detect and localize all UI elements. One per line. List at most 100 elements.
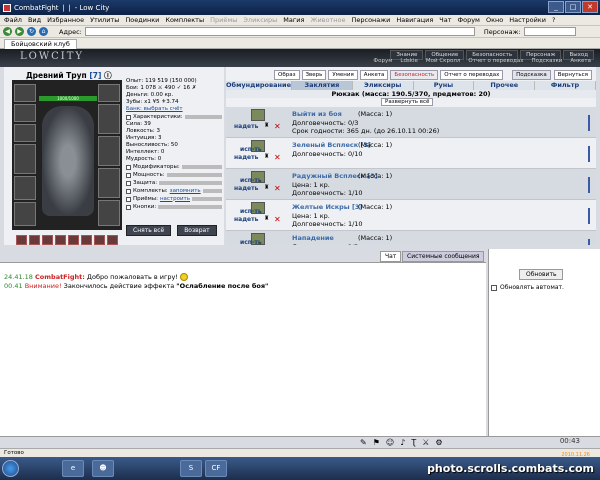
- expand-icon[interactable]: [126, 180, 131, 186]
- use-item-link[interactable]: исп-ть: [240, 239, 262, 245]
- menu-item[interactable]: Животное: [310, 16, 345, 24]
- transfer-icon[interactable]: ♜: [264, 184, 269, 191]
- delete-icon[interactable]: ✕: [274, 184, 281, 193]
- param-section[interactable]: Защита:: [126, 179, 222, 187]
- scroll-arrow-icon[interactable]: [588, 208, 590, 224]
- item-icon[interactable]: [251, 109, 265, 121]
- param-section[interactable]: Комплекты: запомнить: [126, 187, 222, 195]
- transfer-icon[interactable]: ♜: [264, 122, 269, 129]
- expand-icon[interactable]: [126, 204, 131, 210]
- section-link[interactable]: запомнить: [170, 188, 201, 195]
- belt-item-1[interactable]: [16, 235, 27, 245]
- maximize-button[interactable]: □: [565, 1, 581, 13]
- param-section[interactable]: Приёмы: настроить: [126, 195, 222, 203]
- taskbar-app-messenger[interactable]: ☻: [92, 460, 114, 477]
- taskbar-app-combatfight[interactable]: CF: [205, 460, 227, 477]
- sound-icon[interactable]: ♪: [400, 438, 405, 447]
- menu-item[interactable]: Приёмы: [210, 16, 237, 24]
- scroll-arrow-icon[interactable]: [588, 146, 590, 162]
- scroll-arrow-icon[interactable]: [588, 177, 590, 193]
- inventory-right-button[interactable]: Подсказка: [512, 70, 551, 80]
- section-link[interactable]: настроить: [160, 196, 190, 203]
- taskbar-app-skype[interactable]: S: [180, 460, 202, 477]
- scroll-arrow-icon[interactable]: [588, 239, 590, 245]
- return-button[interactable]: Возврат: [177, 225, 217, 236]
- inventory-button[interactable]: Безопасность: [390, 70, 439, 80]
- tab-fight-club[interactable]: Бойцовский клуб: [4, 39, 77, 49]
- inventory-tab[interactable]: Обмундирование: [226, 81, 292, 90]
- expand-icon[interactable]: [126, 114, 131, 120]
- refresh-icon[interactable]: ↻: [27, 27, 36, 36]
- transfer-icon[interactable]: ♜: [264, 215, 269, 222]
- menu-item[interactable]: Комплекты: [165, 16, 204, 24]
- sub-nav-item[interactable]: Анкета: [567, 58, 594, 64]
- expand-icon[interactable]: [126, 164, 131, 170]
- address-input[interactable]: [84, 27, 475, 36]
- inventory-button[interactable]: Отчет о переводах: [440, 70, 504, 80]
- use-item-link[interactable]: исп-ть: [240, 177, 262, 184]
- fight-icon[interactable]: ⚔: [422, 438, 429, 447]
- menu-item[interactable]: ?: [552, 16, 555, 24]
- transfer-icon[interactable]: ♜: [264, 153, 269, 160]
- minimize-button[interactable]: _: [548, 1, 564, 13]
- inventory-button[interactable]: Образ: [274, 70, 300, 80]
- belt-item-4[interactable]: [55, 235, 66, 245]
- delete-icon[interactable]: ✕: [274, 153, 281, 162]
- item-name[interactable]: Выйти из боя: [292, 110, 342, 118]
- back-icon[interactable]: ◀: [3, 27, 12, 36]
- delete-icon[interactable]: ✕: [274, 122, 281, 131]
- translit-icon[interactable]: Ʈ: [411, 438, 416, 447]
- clear-chat-icon[interactable]: ✎: [360, 438, 367, 447]
- belt-item-5[interactable]: [68, 235, 79, 245]
- inventory-tab[interactable]: Заклятия: [291, 81, 353, 90]
- expand-icon[interactable]: [126, 196, 131, 202]
- menu-item[interactable]: Эликсиры: [243, 16, 277, 24]
- equip-item-link[interactable]: надеть: [234, 123, 258, 130]
- characteristics-row[interactable]: Характеристики:: [126, 113, 222, 121]
- belt-item-6[interactable]: [81, 235, 92, 245]
- refresh-button[interactable]: Обновить: [519, 269, 564, 280]
- equip-item-link[interactable]: надеть: [234, 216, 258, 223]
- expand-icon[interactable]: [126, 188, 131, 194]
- close-button[interactable]: ✕: [582, 1, 598, 13]
- use-item-link[interactable]: исп-ть: [240, 208, 262, 215]
- inventory-tab[interactable]: Прочее: [474, 81, 536, 90]
- sub-nav-item[interactable]: Подсказки: [529, 58, 566, 64]
- menu-item[interactable]: Вид: [28, 16, 41, 24]
- tab-chat[interactable]: Чат: [380, 251, 402, 262]
- boots-slot[interactable]: [98, 200, 120, 226]
- inventory-button[interactable]: Анкета: [359, 70, 389, 80]
- start-button[interactable]: [2, 460, 19, 477]
- belt-item-3[interactable]: [42, 235, 53, 245]
- sub-nav-item[interactable]: Мой Скролл: [423, 58, 463, 64]
- inventory-button[interactable]: Умения: [328, 70, 358, 80]
- weapon-slot[interactable]: [14, 144, 36, 174]
- tab-system-messages[interactable]: Системные сообщения: [402, 251, 485, 262]
- take-off-all-button[interactable]: Снять всё: [126, 225, 172, 236]
- sub-nav-item[interactable]: Ldskie: [397, 58, 421, 64]
- inventory-right-button[interactable]: Вернуться: [553, 70, 592, 80]
- equip-item-link[interactable]: надеть: [234, 154, 258, 161]
- param-section[interactable]: Модификаторы:: [126, 163, 222, 171]
- expand-icon[interactable]: [126, 172, 131, 178]
- smiles-icon[interactable]: ☺: [386, 438, 394, 447]
- inventory-tab[interactable]: Руны: [413, 81, 475, 90]
- gloves-slot[interactable]: [98, 84, 120, 102]
- character-search-input[interactable]: [523, 27, 576, 36]
- inventory-button[interactable]: Зверь: [301, 70, 327, 80]
- menu-item[interactable]: Персонажи: [351, 16, 390, 24]
- param-section[interactable]: Мощность:: [126, 171, 222, 179]
- item-name[interactable]: Нападение: [292, 234, 334, 242]
- item-name[interactable]: Желтые Искры [3]: [292, 203, 362, 211]
- belt-item-7[interactable]: [94, 235, 105, 245]
- equip-item-link[interactable]: надеть: [234, 185, 258, 192]
- earring-slot[interactable]: [14, 104, 36, 122]
- menu-item[interactable]: Навигация: [396, 16, 433, 24]
- armor-slot[interactable]: [14, 176, 36, 200]
- menu-item[interactable]: Настройки: [509, 16, 546, 24]
- forward-icon[interactable]: ▶: [15, 27, 24, 36]
- shield-slot[interactable]: [98, 104, 120, 134]
- inventory-tab[interactable]: Фильтр: [535, 81, 596, 90]
- param-section[interactable]: Кнопки:: [126, 203, 222, 211]
- inventory-tab[interactable]: Эликсиры: [352, 81, 414, 90]
